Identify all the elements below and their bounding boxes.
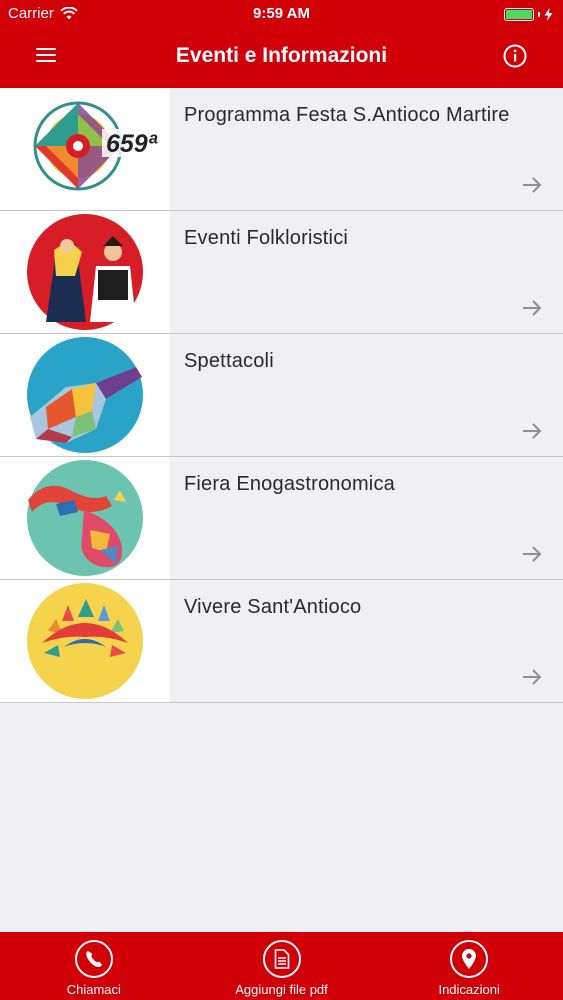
map-pin-icon: [450, 940, 489, 978]
navigation-bar: Eventi e Informazioni: [0, 30, 563, 88]
list-item-title: Fiera Enogastronomica: [184, 473, 395, 495]
page-title: Eventi e Informazioni: [175, 44, 388, 67]
tab-label: Indicazioni: [438, 982, 500, 997]
charging-bolt-icon: [544, 8, 553, 21]
tab-chiamaci[interactable]: Chiamaci: [0, 932, 188, 1000]
list-item-title: Vivere Sant'Antioco: [184, 596, 362, 618]
list-item-folklore[interactable]: Eventi Folkloristici: [0, 211, 563, 334]
battery-icon: [504, 8, 534, 21]
edition-badge: 659ª: [106, 130, 158, 158]
status-time: 9:59 AM: [253, 5, 310, 22]
list-item-spettacoli[interactable]: Spettacoli: [0, 334, 563, 457]
thumbnail-vivere: [0, 580, 170, 702]
list-item-programma[interactable]: 659ª Programma Festa S.Antioco Martire: [0, 88, 563, 211]
status-bar: Carrier 9:59 AM: [0, 0, 563, 30]
list-item-title: Programma Festa S.Antioco Martire: [184, 104, 510, 126]
list-item-fiera[interactable]: Fiera Enogastronomica: [0, 457, 563, 580]
phone-icon: [74, 940, 113, 978]
list-item-title: Spettacoli: [184, 350, 274, 372]
arrow-right-icon: [523, 177, 542, 193]
app-header: Carrier 9:59 AM Eventi e Informazioni: [0, 0, 563, 88]
info-icon[interactable]: [503, 44, 527, 68]
arrow-right-icon: [523, 669, 542, 685]
battery-indicator: [504, 8, 553, 21]
document-icon: [262, 940, 301, 978]
arrow-right-icon: [523, 300, 542, 316]
events-list: 659ª Programma Festa S.Antioco Martire E…: [0, 88, 563, 703]
list-item-title: Eventi Folkloristici: [184, 227, 349, 249]
list-item-vivere[interactable]: Vivere Sant'Antioco: [0, 580, 563, 703]
arrow-right-icon: [523, 423, 542, 439]
arrow-right-icon: [523, 546, 542, 562]
thumbnail-spettacoli: [0, 334, 170, 456]
thumbnail-programma: 659ª: [0, 88, 170, 210]
thumbnail-fiera: [0, 457, 170, 579]
bottom-tab-bar: Chiamaci Aggiungi file pdf Indicazioni: [0, 932, 563, 1000]
tab-label: Chiamaci: [66, 982, 121, 997]
thumbnail-folklore: [0, 211, 170, 333]
tab-aggiungi-pdf[interactable]: Aggiungi file pdf: [188, 932, 376, 1000]
tab-label: Aggiungi file pdf: [235, 982, 328, 997]
tab-indicazioni[interactable]: Indicazioni: [375, 932, 563, 1000]
